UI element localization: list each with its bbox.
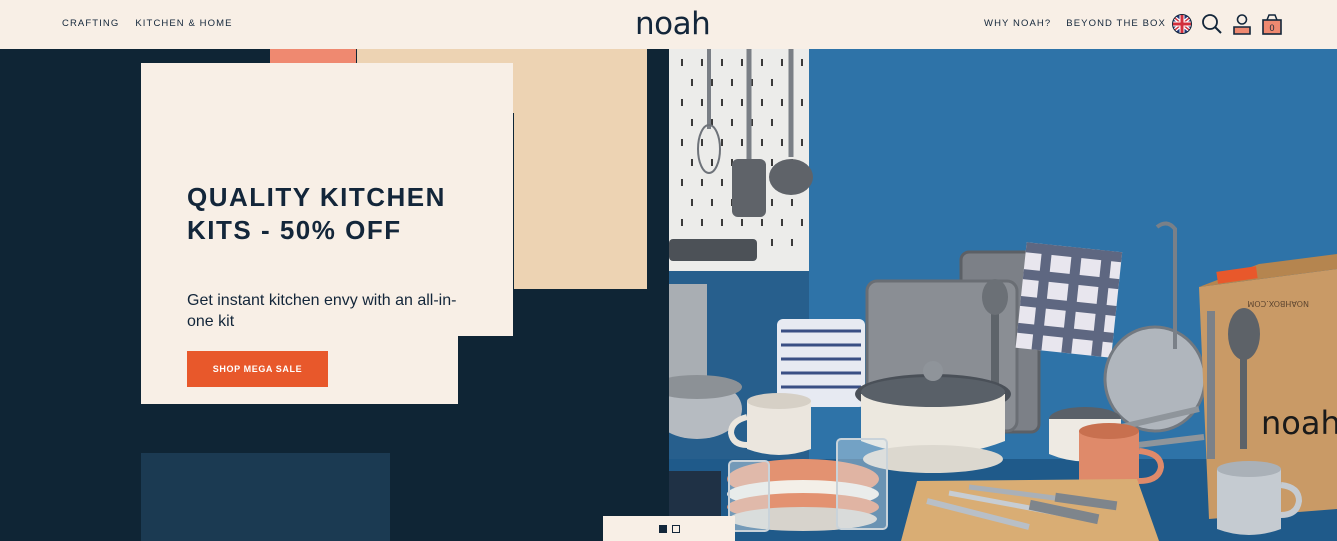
peach-block-right: [514, 49, 647, 289]
box-logo-text: noah: [1261, 404, 1337, 442]
hero-product-photo: NOAHBOX.COM noah: [669, 49, 1337, 541]
cart-icon[interactable]: 0: [1260, 12, 1284, 36]
carousel-pagination: [603, 516, 735, 541]
primary-nav: CRAFTING KITCHEN & HOME: [62, 18, 233, 29]
hero-title: QUALITY KITCHEN KITS - 50% OFF: [187, 182, 446, 245]
site-header: CRAFTING KITCHEN & HOME noah WHY NOAH? B…: [0, 0, 1337, 49]
carousel-dot-2[interactable]: [672, 525, 680, 533]
nav-link-why-noah[interactable]: WHY NOAH?: [984, 18, 1051, 29]
nav-link-beyond-the-box[interactable]: BEYOND THE BOX: [1066, 18, 1166, 29]
cart-count-badge: 0: [1269, 23, 1275, 33]
carousel-dot-1-active[interactable]: [659, 525, 667, 533]
secondary-nav: WHY NOAH? BEYOND THE BOX: [984, 18, 1166, 29]
nav-link-kitchen-home[interactable]: KITCHEN & HOME: [135, 18, 232, 29]
account-icon[interactable]: [1230, 12, 1254, 36]
uk-flag-icon[interactable]: [1170, 12, 1194, 36]
brand-logo[interactable]: noah: [635, 6, 711, 42]
nav-link-crafting[interactable]: CRAFTING: [62, 18, 119, 29]
navy-accent-block: [141, 453, 390, 541]
hero-subtitle: Get instant kitchen envy with an all-in-…: [187, 292, 457, 330]
box-url-text: NOAHBOX.COM: [1247, 299, 1309, 308]
search-icon[interactable]: [1200, 12, 1224, 36]
shop-mega-sale-button[interactable]: SHOP MEGA SALE: [187, 351, 328, 387]
